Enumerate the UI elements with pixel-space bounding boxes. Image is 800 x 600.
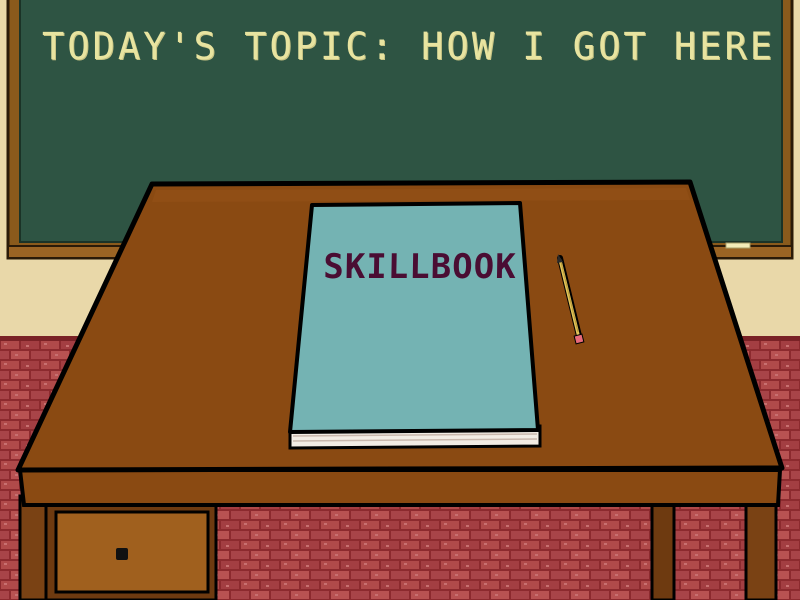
desk-drawer[interactable] (54, 510, 210, 594)
desk-top-highlight (152, 188, 690, 202)
desk-leg-front-left (18, 494, 50, 600)
skillbook[interactable] (288, 201, 542, 450)
book-cover (288, 201, 540, 434)
desk-front-edge (17, 468, 783, 507)
chalk-stick (725, 242, 751, 249)
chalkboard-text: TODAY'S TOPIC: HOW I GOT HERE (42, 25, 776, 68)
book-title: SKILLBOOK (323, 247, 517, 287)
classroom-scene (0, 0, 800, 600)
desk-leg-front-right (744, 494, 778, 600)
drawer-knob-icon[interactable] (116, 548, 128, 560)
